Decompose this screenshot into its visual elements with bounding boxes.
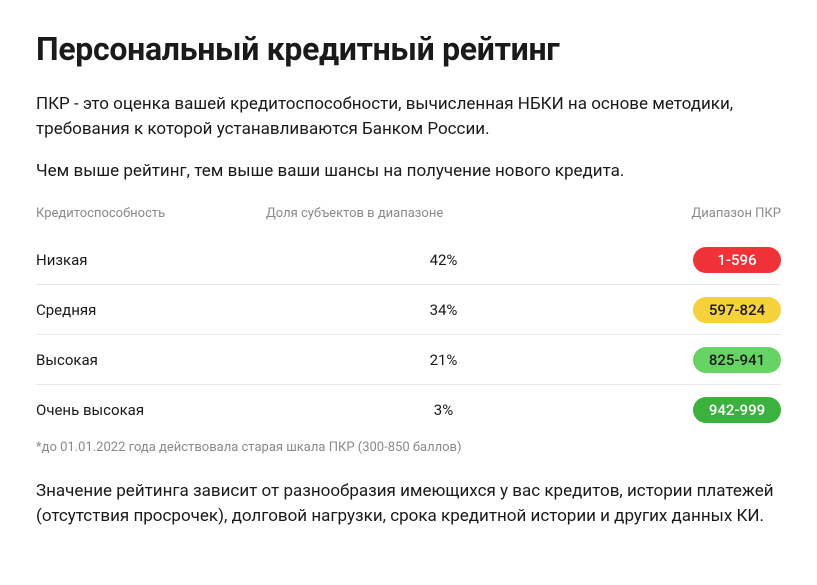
- intro-paragraph-1: ПКР - это оценка вашей кредитоспособност…: [36, 92, 781, 141]
- outro-paragraph: Значение рейтинга зависит от разнообрази…: [36, 479, 781, 528]
- rating-table: Кредитоспособность Доля субъектов в диап…: [36, 206, 781, 434]
- table-row: Высокая21% 825-941: [36, 335, 781, 385]
- cell-range: 597-824: [621, 297, 781, 323]
- intro-paragraph-2: Чем выше рейтинг, тем выше ваши шансы на…: [36, 159, 781, 184]
- page-title: Персональный кредитный рейтинг: [36, 30, 781, 68]
- table-row: Средняя34% 597-824: [36, 285, 781, 335]
- range-badge: 825-941: [693, 347, 781, 373]
- cell-range: 825-941: [621, 347, 781, 373]
- cell-share: 34%: [266, 301, 621, 319]
- cell-creditworthiness: Низкая: [36, 251, 266, 269]
- cell-share: 21%: [266, 351, 621, 369]
- header-creditworthiness: Кредитоспособность: [36, 206, 266, 221]
- cell-range: 1-596: [621, 247, 781, 273]
- cell-creditworthiness: Средняя: [36, 301, 266, 319]
- range-badge: 942-999: [693, 397, 781, 423]
- footnote: *до 01.01.2022 года действовала старая ш…: [36, 440, 781, 455]
- cell-creditworthiness: Очень высокая: [36, 401, 266, 419]
- cell-creditworthiness: Высокая: [36, 351, 266, 369]
- table-header-row: Кредитоспособность Доля субъектов в диап…: [36, 206, 781, 235]
- cell-share: 42%: [266, 251, 621, 269]
- table-row: Низкая42% 1-596: [36, 235, 781, 285]
- range-badge: 597-824: [693, 297, 781, 323]
- range-badge: 1-596: [693, 247, 781, 273]
- header-range: Диапазон ПКР: [621, 206, 781, 221]
- cell-share: 3%: [266, 401, 621, 419]
- table-row: Очень высокая3% 942-999: [36, 385, 781, 434]
- header-share: Доля субъектов в диапазоне: [266, 206, 621, 221]
- cell-range: 942-999: [621, 397, 781, 423]
